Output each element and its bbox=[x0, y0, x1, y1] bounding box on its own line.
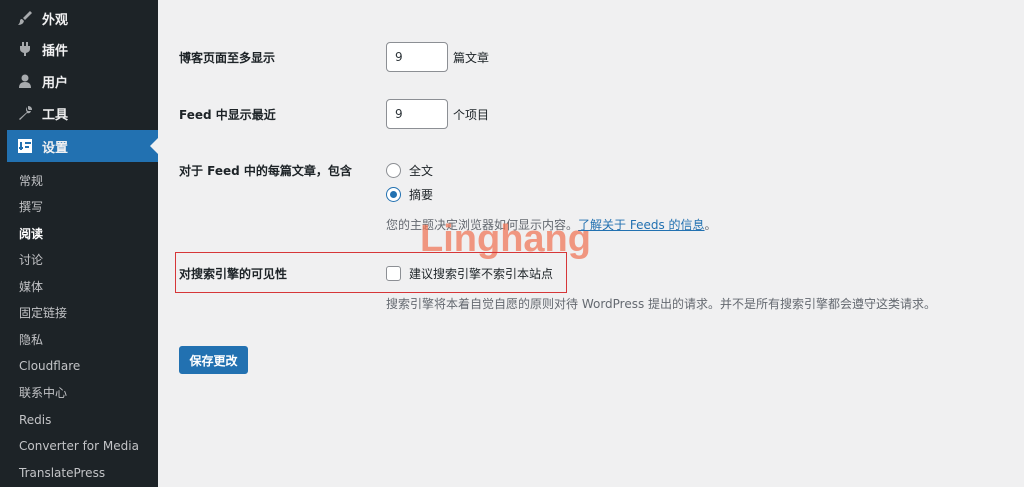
submenu-item-discussion[interactable]: 讨论 bbox=[19, 250, 43, 270]
submenu-item-redis[interactable]: Redis bbox=[19, 410, 51, 430]
current-menu-arrow bbox=[150, 138, 158, 154]
feed-count-input[interactable]: 9 bbox=[386, 99, 448, 129]
submenu-item-converter-for-media[interactable]: Converter for Media bbox=[19, 436, 139, 456]
summary-radio-label: 摘要 bbox=[409, 188, 434, 202]
discourage-search-label: 建议搜索引擎不索引本站点 bbox=[409, 267, 554, 281]
settings-content: 博客页面至多显示 9 篇文章 Feed 中显示最近 9 个项目 对于 Feed … bbox=[158, 0, 1024, 487]
wrench-icon bbox=[17, 105, 33, 121]
menu-plugins[interactable]: 插件 bbox=[0, 33, 158, 65]
user-icon bbox=[17, 73, 33, 89]
menu-users[interactable]: 用户 bbox=[0, 65, 158, 97]
submenu-item-writing[interactable]: 撰写 bbox=[19, 197, 43, 217]
posts-per-page-label: 博客页面至多显示 bbox=[179, 51, 276, 65]
feed-description-end: 。 bbox=[704, 218, 717, 232]
menu-tools[interactable]: 工具 bbox=[0, 97, 158, 129]
feed-count-suffix: 个项目 bbox=[453, 108, 490, 122]
full-text-radio[interactable] bbox=[386, 163, 401, 178]
paintbrush-icon bbox=[17, 10, 33, 26]
save-changes-button[interactable]: 保存更改 bbox=[179, 346, 248, 374]
admin-sidebar: 外观 插件 用户 工具 设置 常规 撰写 阅读 讨论 媒体 固定链接 隐私 Cl… bbox=[0, 0, 158, 487]
submenu-item-permalinks[interactable]: 固定链接 bbox=[19, 303, 67, 323]
feed-count-label: Feed 中显示最近 bbox=[179, 108, 276, 122]
feeds-info-link[interactable]: 了解关于 Feeds 的信息 bbox=[578, 218, 705, 232]
full-text-radio-label: 全文 bbox=[409, 164, 434, 178]
posts-per-page-input[interactable]: 9 bbox=[386, 42, 448, 72]
menu-label: 设置 bbox=[42, 140, 69, 156]
menu-label: 插件 bbox=[42, 43, 69, 59]
submenu-item-cloudflare[interactable]: Cloudflare bbox=[19, 356, 80, 376]
search-visibility-description: 搜索引擎将本着自觉自愿的原则对待 WordPress 提出的请求。并不是所有搜索… bbox=[386, 297, 937, 311]
plugin-icon bbox=[17, 41, 33, 57]
submenu-item-reading[interactable]: 阅读 bbox=[19, 224, 43, 244]
feed-content-label: 对于 Feed 中的每篇文章，包含 bbox=[179, 164, 352, 178]
settings-icon bbox=[17, 138, 33, 154]
submenu-item-contact-center[interactable]: 联系中心 bbox=[19, 383, 67, 403]
search-visibility-label: 对搜索引擎的可见性 bbox=[179, 267, 288, 281]
menu-label: 用户 bbox=[42, 75, 69, 91]
menu-label: 工具 bbox=[42, 107, 69, 123]
menu-appearance[interactable]: 外观 bbox=[0, 2, 158, 34]
posts-per-page-suffix: 篇文章 bbox=[453, 51, 490, 65]
submenu-item-media[interactable]: 媒体 bbox=[19, 277, 43, 297]
menu-label: 外观 bbox=[42, 12, 69, 28]
summary-radio[interactable] bbox=[386, 187, 401, 202]
submenu-item-translatepress[interactable]: TranslatePress bbox=[19, 463, 105, 483]
submenu-item-privacy[interactable]: 隐私 bbox=[19, 330, 43, 350]
menu-settings[interactable]: 设置 bbox=[7, 130, 158, 162]
submenu-item-general[interactable]: 常规 bbox=[19, 171, 43, 191]
discourage-search-checkbox[interactable] bbox=[386, 266, 401, 281]
